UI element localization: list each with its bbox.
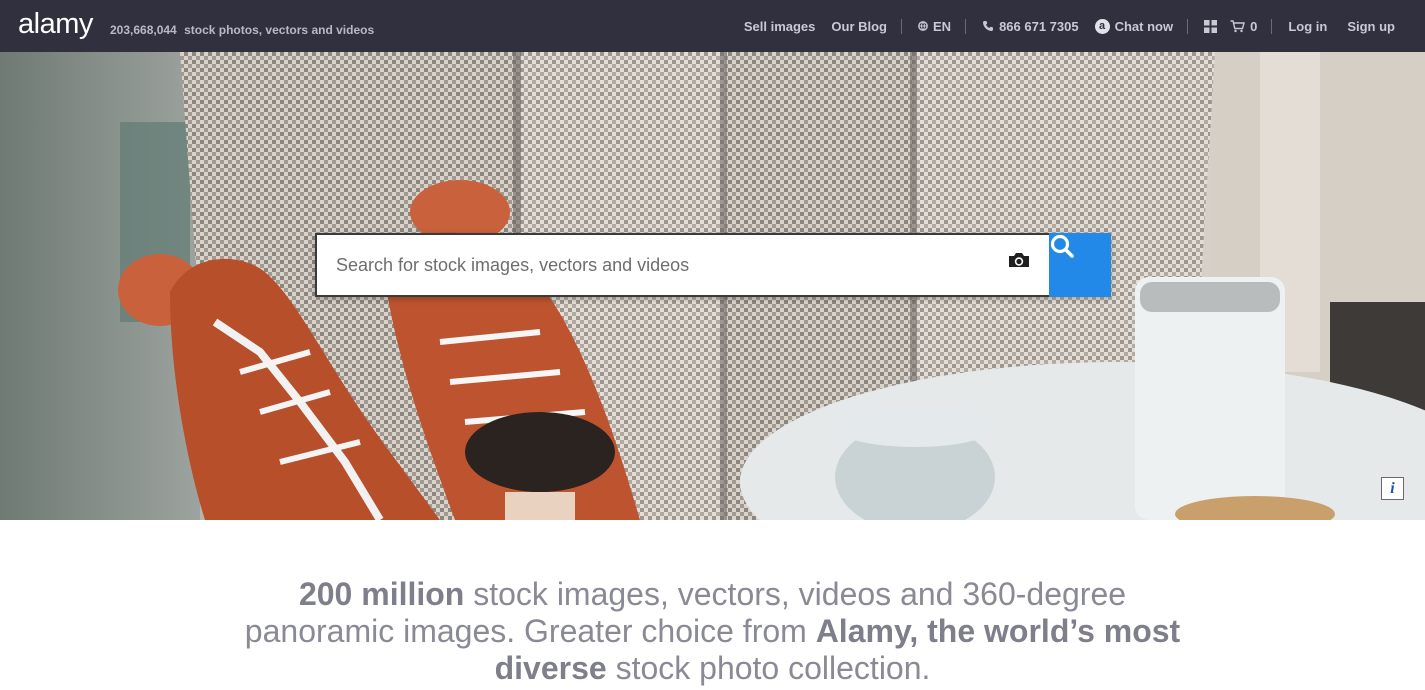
cart-count: 0	[1250, 18, 1258, 34]
phone-number: 866 671 7305	[999, 18, 1079, 34]
log-in-link[interactable]: Log in	[1288, 19, 1327, 34]
grid-icon	[1204, 19, 1218, 33]
hero-banner: i	[0, 52, 1425, 520]
intro-text-part2: stock photo collection.	[606, 650, 931, 686]
search-bar	[315, 233, 1111, 297]
globe-icon	[918, 21, 928, 31]
top-navigation-bar: alamy 203,668,044 stock photos, vectors …	[0, 0, 1425, 52]
chat-icon: a	[1094, 18, 1110, 34]
language-selector[interactable]: EN	[918, 19, 951, 34]
chat-now-link[interactable]: a Chat now	[1094, 18, 1174, 34]
intro-highlight-count: 200 million	[298, 576, 465, 612]
intro-text: 200 million stock images, vectors, video…	[240, 576, 1185, 687]
lightbox-button[interactable]	[1204, 19, 1222, 33]
cart-icon	[1230, 19, 1246, 33]
tagline-text: stock photos, vectors and videos	[184, 23, 375, 37]
nav-divider	[901, 18, 902, 34]
image-count: 203,668,044	[110, 23, 177, 37]
nav-divider	[1271, 18, 1273, 34]
phone-link[interactable]: 866 671 7305	[982, 19, 1079, 34]
tagline: 203,668,044 stock photos, vectors and vi…	[110, 23, 374, 37]
search-input[interactable]	[317, 235, 997, 295]
chat-label: Chat now	[1114, 18, 1174, 34]
header-nav: Sell images Our Blog EN 866 671 7305 a C…	[744, 0, 1395, 52]
cart-button[interactable]: 0	[1230, 19, 1257, 34]
phone-icon	[982, 20, 994, 32]
search-button[interactable]	[1049, 233, 1111, 297]
info-icon[interactable]: i	[1381, 477, 1404, 500]
nav-divider	[965, 18, 967, 34]
our-blog-link[interactable]: Our Blog	[831, 19, 887, 34]
sell-images-link[interactable]: Sell images	[744, 19, 816, 34]
visual-search-button[interactable]	[1007, 251, 1037, 279]
language-label: EN	[933, 18, 952, 34]
alamy-logo[interactable]: alamy	[18, 8, 93, 41]
nav-divider	[1187, 18, 1189, 34]
sign-up-link[interactable]: Sign up	[1347, 19, 1395, 34]
